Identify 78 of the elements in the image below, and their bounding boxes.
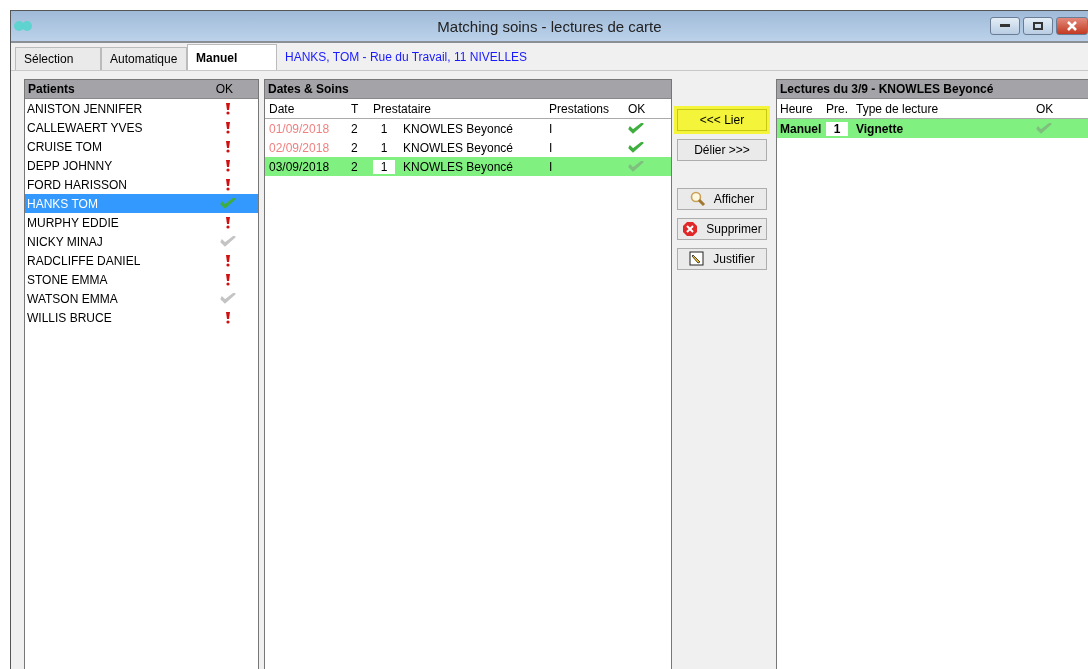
app-logo-icon <box>14 19 32 33</box>
tab[interactable]: Sélection <box>15 47 101 70</box>
close-button[interactable] <box>1056 17 1088 35</box>
patient-row[interactable]: DEPP JOHNNY <box>25 156 258 175</box>
patient-name: WATSON EMMA <box>27 291 119 306</box>
patient-name: CRUISE TOM <box>27 139 103 154</box>
maximize-icon <box>1033 22 1043 30</box>
patient-name: ANISTON JENNIFER <box>27 101 144 116</box>
table-cell-text: Vignette <box>856 121 905 136</box>
panel-title: Dates & Soins <box>268 82 349 96</box>
date-cell-text: 02/09/2018 <box>269 140 331 155</box>
action-button[interactable]: Délier >>> <box>677 139 767 161</box>
provider-cell: KNOWLES Beyoncé <box>403 121 514 136</box>
table-cell-text: I <box>549 140 554 155</box>
panel-title: Lectures du 3/9 - KNOWLES Beyoncé <box>780 82 994 96</box>
patient-name: NICKY MINAJ <box>27 234 104 249</box>
action-button[interactable]: Afficher <box>677 188 767 210</box>
panel-title: Patients <box>28 82 75 96</box>
maximize-button[interactable] <box>1023 17 1053 35</box>
column-header: Type de lecture <box>856 101 940 116</box>
number-cell: 1 <box>826 121 848 136</box>
patient-name: CALLEWAERT YVES <box>27 120 144 135</box>
patient-row[interactable]: MURPHY EDDIE <box>25 213 258 232</box>
table-cell-text: Manuel <box>780 121 823 136</box>
patient-row[interactable]: CALLEWAERT YVES <box>25 118 258 137</box>
patient-row[interactable]: WILLIS BRUCE <box>25 308 258 327</box>
date-cell-text: 03/09/2018 <box>269 159 331 174</box>
table-cell-text: I <box>549 159 554 174</box>
patient-row[interactable]: STONE EMMA <box>25 270 258 289</box>
patient-row[interactable]: RADCLIFFE DANIEL <box>25 251 258 270</box>
table-cell-text: I <box>549 121 554 136</box>
provider-cell: KNOWLES Beyoncé <box>403 140 514 155</box>
patient-row[interactable]: FORD HARISSON <box>25 175 258 194</box>
column-header: Prestations <box>549 101 611 116</box>
column-header: Heure <box>780 101 814 116</box>
patient-name: WILLIS BRUCE <box>27 310 113 325</box>
patient-row[interactable]: CRUISE TOM <box>25 137 258 156</box>
provider-cell: KNOWLES Beyoncé <box>403 159 514 174</box>
soin-row[interactable]: 03/09/2018 2 1 KNOWLES Beyoncé I <box>265 157 671 176</box>
number-cell-text: 1 <box>379 121 389 136</box>
action-button[interactable]: Justifier <box>677 248 767 270</box>
column-header: OK <box>1036 101 1055 116</box>
magnifier-icon <box>689 191 706 207</box>
column-header: Date <box>269 101 296 116</box>
action-button[interactable]: Supprimer <box>677 218 767 240</box>
column-header: Pre. <box>826 101 849 116</box>
column-header: Prestataire <box>373 101 433 116</box>
minimize-icon <box>1000 24 1010 28</box>
column-header: OK <box>215 82 233 96</box>
soin-row[interactable]: 02/09/2018 2 1 KNOWLES Beyoncé I <box>265 138 671 157</box>
table-cell-text: 2 <box>351 140 359 155</box>
patient-info: HANKS, TOM - Rue du Travail, 11 NIVELLES <box>285 49 528 64</box>
pencil-note-icon <box>689 251 706 267</box>
patient-name: MURPHY EDDIE <box>27 215 120 230</box>
column-header: T <box>351 101 360 116</box>
close-icon <box>1067 21 1077 31</box>
tab[interactable]: Automatique <box>101 47 187 70</box>
patient-name: HANKS TOM <box>27 196 99 211</box>
minimize-button[interactable] <box>990 17 1020 35</box>
patient-row[interactable]: ANISTON JENNIFER <box>25 99 258 118</box>
action-button[interactable]: <<< Lier <box>677 109 767 131</box>
patient-row[interactable]: WATSON EMMA <box>25 289 258 308</box>
date-cell-text: 01/09/2018 <box>269 121 331 136</box>
delete-icon <box>682 221 699 237</box>
table-cell-text: 2 <box>351 121 359 136</box>
patient-name: RADCLIFFE DANIEL <box>27 253 142 268</box>
soin-row[interactable]: 01/09/2018 2 1 KNOWLES Beyoncé I <box>265 119 671 138</box>
patient-name: FORD HARISSON <box>27 177 128 192</box>
window-title: Matching soins - lectures de carte <box>437 17 662 35</box>
patient-row[interactable]: NICKY MINAJ <box>25 232 258 251</box>
lecture-row[interactable]: Manuel 1 Vignette <box>777 119 1088 138</box>
number-cell: 1 <box>373 159 395 174</box>
patient-name: DEPP JOHNNY <box>27 158 114 173</box>
table-cell-text: 2 <box>351 159 359 174</box>
column-header: OK <box>628 101 647 116</box>
number-cell-text: 1 <box>379 140 389 155</box>
tab[interactable]: Manuel <box>187 44 277 70</box>
patient-name: STONE EMMA <box>27 272 109 287</box>
